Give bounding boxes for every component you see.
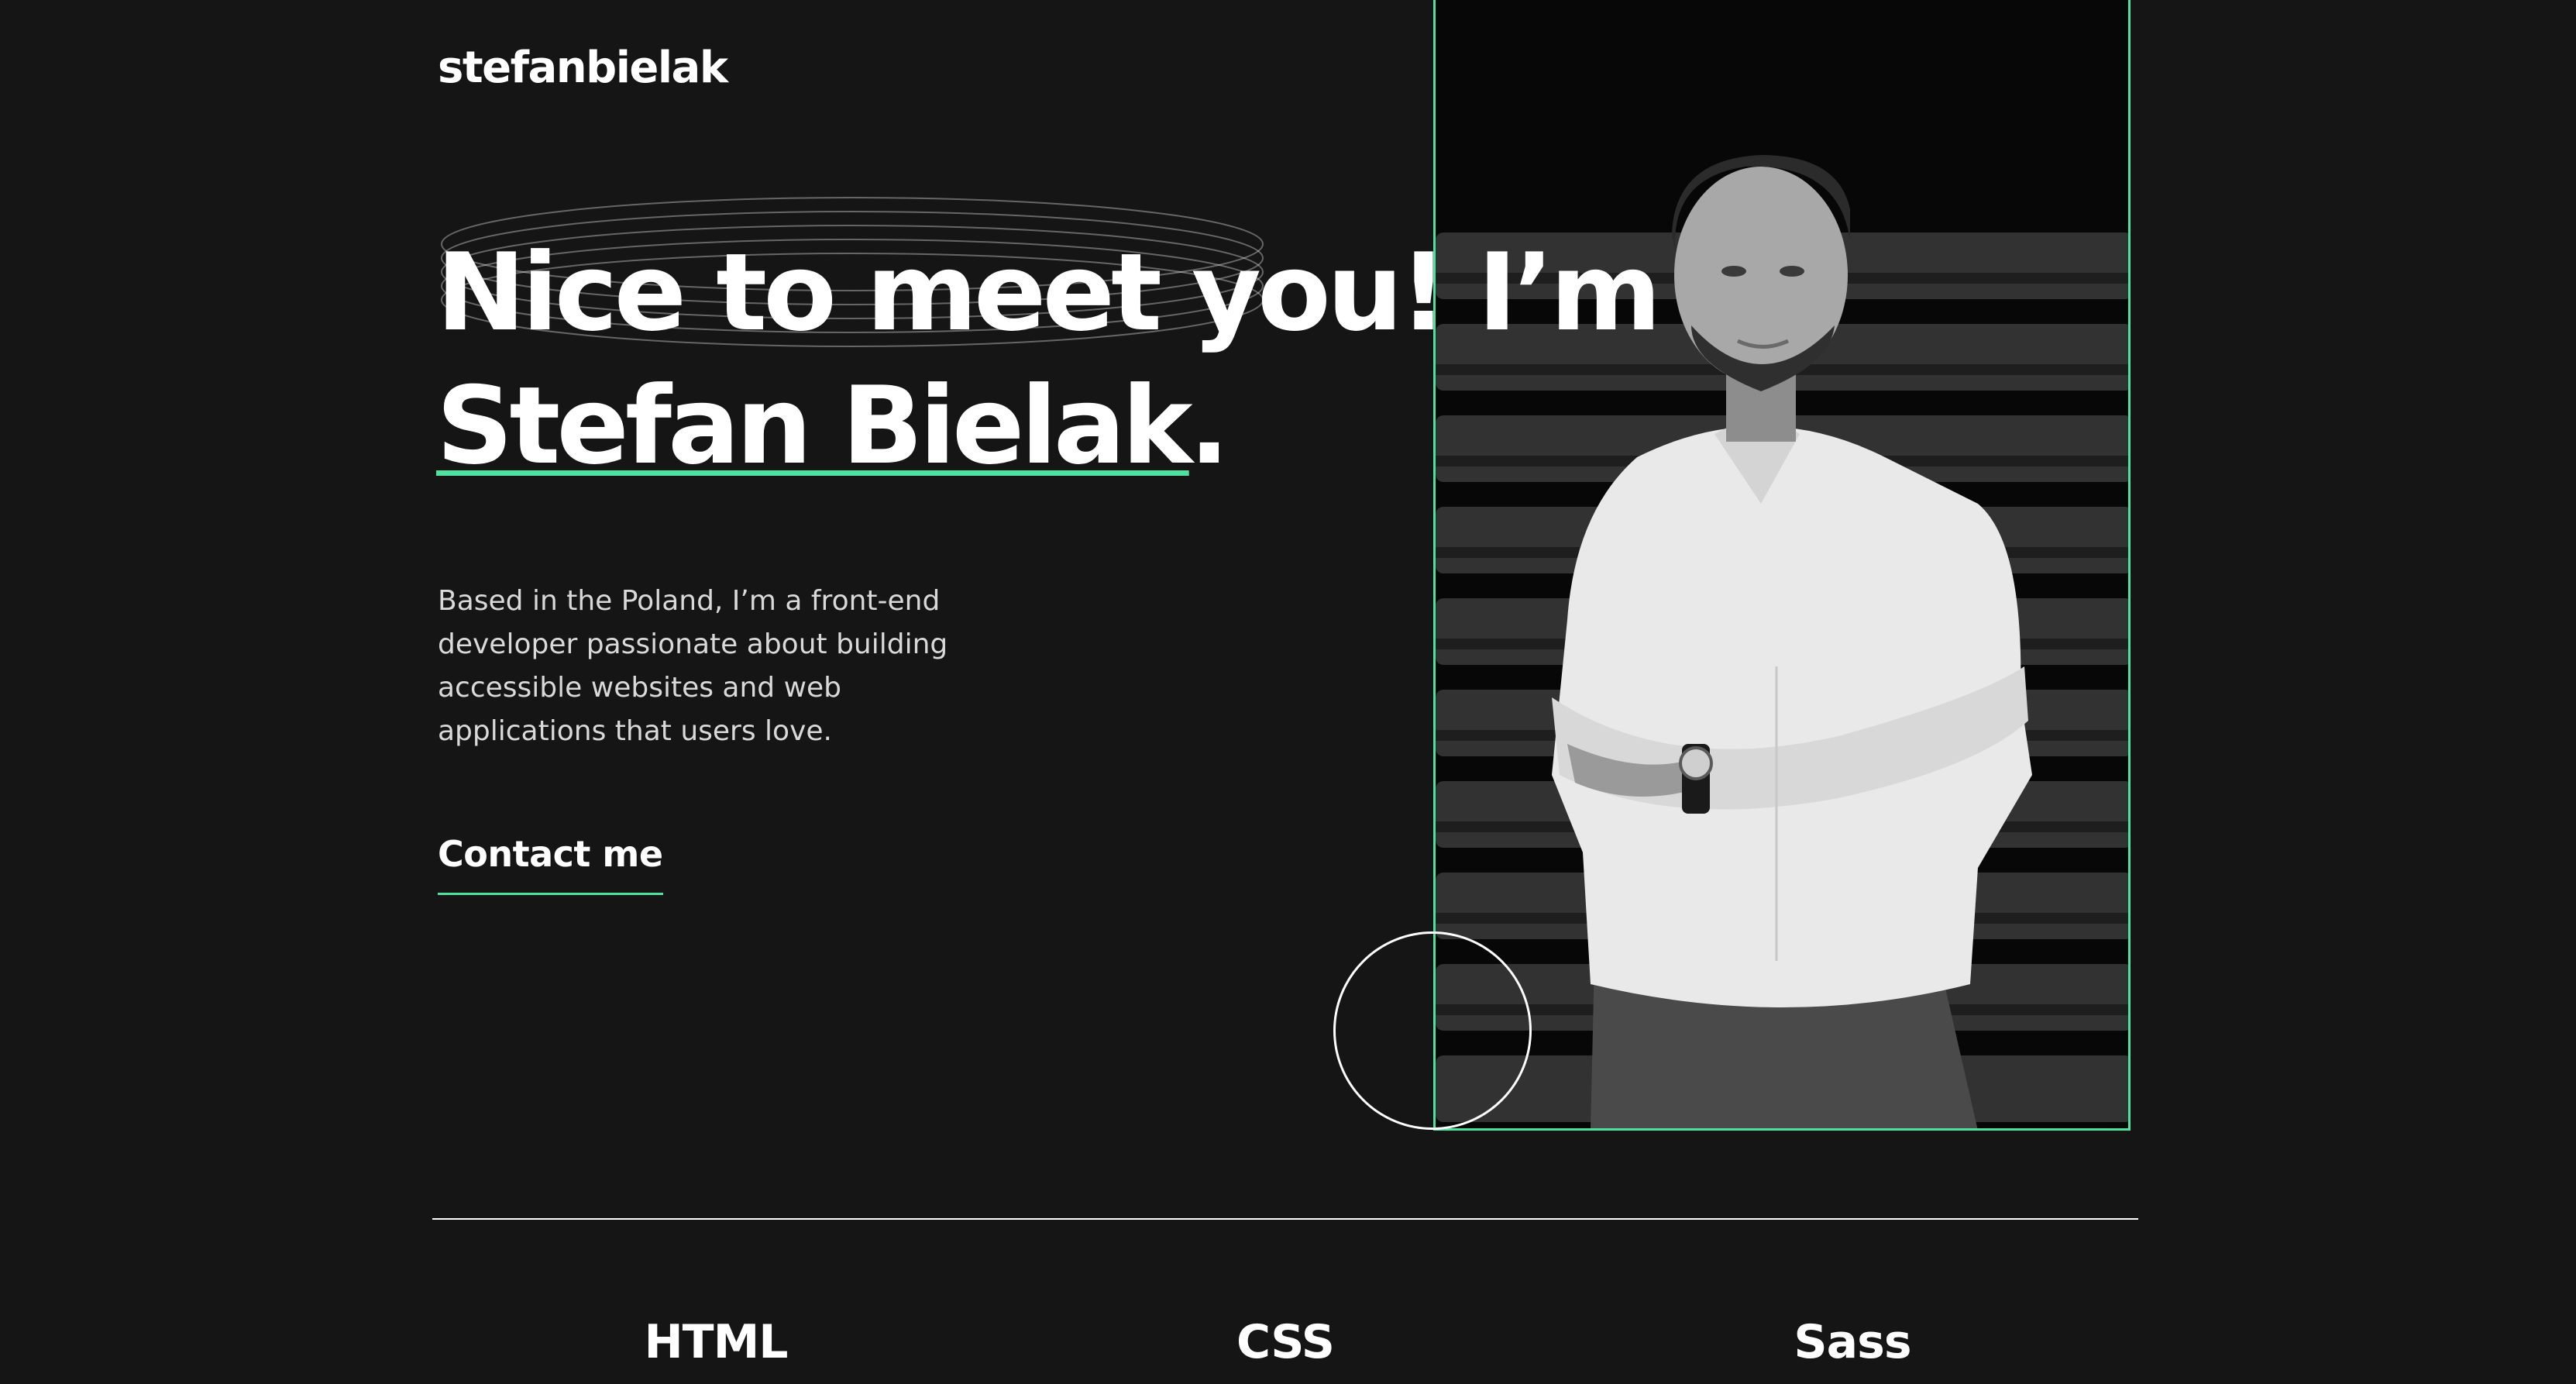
decorative-circle (1333, 931, 1532, 1130)
headline-period: . (1188, 363, 1230, 488)
headline-intro: Nice to meet you! I’m (436, 230, 1662, 355)
headline-name: Stefan Bielak (436, 363, 1193, 488)
site-logo[interactable]: stefanbielak (438, 40, 728, 96)
portrait-illustration (1436, 0, 2128, 1128)
skill-sass: Sass (1794, 1315, 1911, 1369)
profile-photo (1433, 0, 2131, 1131)
hero-bio: Based in the Poland, I’m a front-end dev… (438, 585, 948, 747)
hero-headline: Nice to meet you! I’m Stefan Bielak. (436, 226, 1662, 493)
skill-css: CSS (1236, 1315, 1335, 1369)
skill-html: HTML (644, 1315, 788, 1369)
section-divider (432, 1218, 2138, 1220)
contact-me-link[interactable]: Contact me (438, 831, 663, 895)
skills-list: HTML CSS Sass (0, 1311, 2576, 1384)
